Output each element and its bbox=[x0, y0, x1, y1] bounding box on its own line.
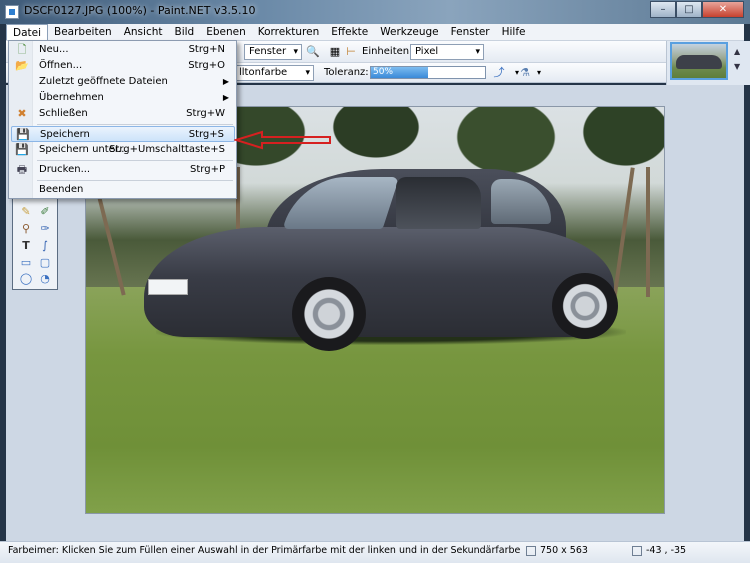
freeform-shape-icon[interactable]: ◔ bbox=[38, 272, 52, 286]
menu-datei[interactable]: Datei bbox=[6, 24, 49, 40]
menu-item-label: Beenden bbox=[39, 184, 84, 195]
new-file-icon: 🗋 bbox=[17, 43, 27, 56]
maximize-button[interactable]: □ bbox=[676, 1, 702, 18]
window-title: DSCF0127.JPG (100%) - Paint.NET v3.5.10 bbox=[24, 4, 256, 17]
menu-ebenen[interactable]: Ebenen bbox=[200, 24, 252, 40]
blend-mode-icon[interactable]: ⚗ bbox=[518, 66, 532, 80]
units-label: Einheiten: bbox=[362, 46, 413, 57]
menu-item-shortcut: Strg+N bbox=[188, 44, 225, 55]
scroll-up-icon[interactable]: ▲ bbox=[734, 42, 746, 62]
image-size-icon bbox=[526, 546, 536, 556]
app-icon bbox=[5, 5, 19, 19]
menu-item-shortcut: Strg+Umschalttaste+S bbox=[109, 144, 225, 155]
menu-item-close[interactable]: ✖ Schließen Strg+W bbox=[11, 106, 235, 122]
ruler-icon[interactable]: ⊢ bbox=[344, 45, 358, 59]
close-button[interactable]: ✕ bbox=[702, 1, 744, 18]
menu-bar: Datei Bearbeiten Ansicht Bild Ebenen Kor… bbox=[6, 24, 744, 41]
menu-item-recent-files[interactable]: Zuletzt geöffnete Dateien ▶ bbox=[11, 74, 235, 90]
minimize-button[interactable]: – bbox=[650, 1, 676, 18]
menu-item-save[interactable]: 💾 Speichern Strg+S bbox=[11, 126, 235, 142]
car-rear-wheel bbox=[552, 273, 618, 339]
open-folder-icon: 📂 bbox=[15, 59, 29, 72]
menu-item-shortcut: Strg+O bbox=[188, 60, 225, 71]
menu-item-save-as[interactable]: 💾 Speichern unter... Strg+Umschalttaste+… bbox=[11, 142, 235, 158]
line-curve-icon[interactable]: ∫ bbox=[38, 239, 52, 253]
menu-ansicht[interactable]: Ansicht bbox=[118, 24, 169, 40]
save-as-icon: 💾 bbox=[15, 143, 29, 156]
status-cursor-position: -43 , -35 bbox=[646, 545, 687, 556]
fill-mode-select[interactable]: lltonfarbe bbox=[234, 65, 314, 81]
menu-werkzeuge[interactable]: Werkzeuge bbox=[374, 24, 444, 40]
red-arrow-annotation bbox=[234, 130, 331, 150]
title-bar[interactable]: DSCF0127.JPG (100%) - Paint.NET v3.5.10 … bbox=[0, 0, 750, 24]
menu-bild[interactable]: Bild bbox=[169, 24, 201, 40]
menu-item-exit[interactable]: Beenden bbox=[11, 182, 235, 198]
menu-bearbeiten[interactable]: Bearbeiten bbox=[48, 24, 118, 40]
units-select[interactable]: Pixel bbox=[410, 44, 484, 60]
menu-item-shortcut: Strg+W bbox=[186, 108, 225, 119]
menu-item-label: Schließen bbox=[39, 108, 88, 119]
file-menu-dropdown: 🗋 Neu... Strg+N 📂 Öffnen... Strg+O Zulet… bbox=[8, 40, 237, 199]
menu-item-acquire[interactable]: Übernehmen ▶ bbox=[11, 90, 235, 106]
clone-stamp-icon[interactable]: ⚲ bbox=[19, 222, 33, 236]
menu-item-open[interactable]: 📂 Öffnen... Strg+O bbox=[11, 58, 235, 74]
menu-item-shortcut: Strg+P bbox=[190, 164, 225, 175]
menu-fenster[interactable]: Fenster bbox=[445, 24, 496, 40]
submenu-arrow-icon: ▶ bbox=[222, 93, 229, 102]
thumbnail-scroll-buttons[interactable]: ▲ ▼ bbox=[734, 42, 746, 82]
menu-item-label: Öffnen... bbox=[39, 60, 83, 71]
menu-item-new[interactable]: 🗋 Neu... Strg+N bbox=[11, 42, 235, 58]
floppy-disk-icon: 💾 bbox=[16, 128, 30, 141]
ellipse-icon[interactable]: ◯ bbox=[19, 272, 33, 286]
color-picker-icon[interactable]: ✐ bbox=[38, 205, 52, 219]
menu-separator bbox=[37, 124, 233, 125]
menu-item-label: Übernehmen bbox=[39, 92, 104, 103]
car-front-window bbox=[396, 177, 481, 229]
menu-item-label: Zuletzt geöffnete Dateien bbox=[39, 76, 168, 87]
menu-item-label: Speichern bbox=[40, 129, 90, 140]
menu-item-label: Neu... bbox=[39, 44, 69, 55]
text-tool-icon[interactable]: T bbox=[19, 239, 33, 253]
menu-hilfe[interactable]: Hilfe bbox=[496, 24, 532, 40]
zoom-icon[interactable]: 🔍 bbox=[306, 45, 320, 59]
submenu-arrow-icon: ▶ bbox=[222, 77, 229, 86]
blend-dropdown-icon[interactable]: ▾ bbox=[532, 66, 546, 80]
cursor-position-icon bbox=[632, 546, 642, 556]
tools-window: ✎ ✐ ⚲ ✑ T ∫ ▭ ▢ ◯ ◔ bbox=[12, 190, 58, 290]
menu-separator bbox=[37, 180, 233, 181]
tolerance-slider[interactable]: 50% bbox=[370, 66, 486, 79]
menu-effekte[interactable]: Effekte bbox=[325, 24, 374, 40]
close-file-icon: ✖ bbox=[17, 107, 27, 120]
photo-pole bbox=[646, 167, 650, 297]
menu-korrekturen[interactable]: Korrekturen bbox=[252, 24, 326, 40]
car-license-plate bbox=[148, 279, 188, 295]
view-select[interactable]: Fenster bbox=[244, 44, 302, 60]
menu-item-shortcut: Strg+S bbox=[188, 129, 224, 140]
tolerance-fill: 50% bbox=[371, 67, 428, 78]
rounded-rectangle-icon[interactable]: ▢ bbox=[38, 256, 52, 270]
grid-icon[interactable]: ▦ bbox=[328, 45, 342, 59]
menu-item-label: Drucken... bbox=[39, 164, 91, 175]
status-hint: Farbeimer: Klicken Sie zum Füllen einer … bbox=[8, 545, 524, 556]
pencil-icon[interactable]: ✎ bbox=[19, 205, 33, 219]
menu-item-print[interactable]: 🖶 Drucken... Strg+P bbox=[11, 162, 235, 178]
recolor-icon[interactable]: ✑ bbox=[38, 222, 52, 236]
status-bar: Farbeimer: Klicken Sie zum Füllen einer … bbox=[0, 541, 750, 563]
car-front-wheel bbox=[292, 277, 366, 351]
tolerance-label: Toleranz: bbox=[324, 67, 369, 78]
thumbnail-car bbox=[676, 55, 722, 69]
scroll-down-icon[interactable]: ▼ bbox=[734, 62, 746, 72]
printer-icon: 🖶 bbox=[16, 163, 28, 176]
paint-net-window: DSCF0127.JPG (100%) - Paint.NET v3.5.10 … bbox=[0, 0, 750, 563]
status-image-size: 750 x 563 bbox=[540, 545, 588, 556]
rectangle-icon[interactable]: ▭ bbox=[19, 256, 33, 270]
menu-separator bbox=[37, 160, 233, 161]
car-body bbox=[144, 227, 614, 337]
antialias-icon[interactable]: ⤴ bbox=[492, 66, 506, 80]
